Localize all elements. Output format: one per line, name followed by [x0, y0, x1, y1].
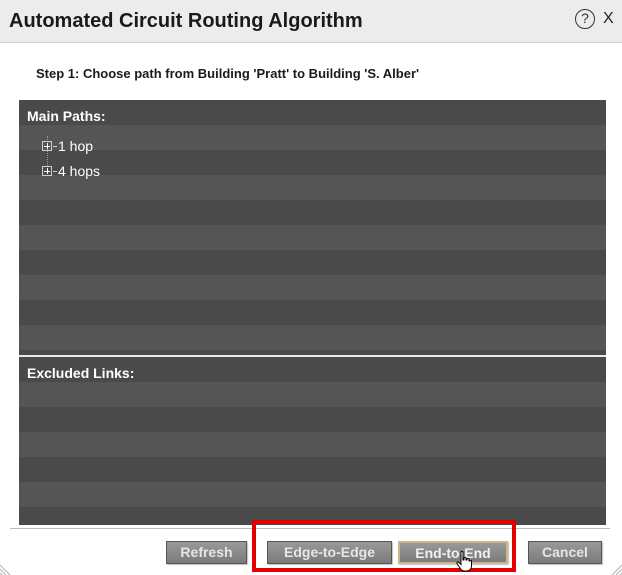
highlight-box	[252, 520, 516, 572]
window-title: Automated Circuit Routing Algorithm	[9, 10, 363, 32]
expand-plus-icon[interactable]	[42, 166, 52, 176]
hand-cursor-icon	[456, 551, 472, 572]
tree-item-1-hop[interactable]: 1 hop	[42, 138, 93, 154]
resize-grip-icon[interactable]	[608, 561, 622, 575]
refresh-button[interactable]: Refresh	[166, 541, 247, 564]
expand-plus-icon[interactable]	[42, 141, 52, 151]
resize-grip-icon	[0, 564, 11, 575]
close-icon[interactable]: X	[603, 10, 614, 28]
cancel-button[interactable]: Cancel	[528, 541, 602, 564]
excluded-links-panel: Excluded Links:	[19, 357, 606, 525]
main-paths-panel: Main Paths:	[19, 100, 606, 355]
tree-item-4-hops[interactable]: 4 hops	[42, 163, 100, 179]
main-paths-label: Main Paths:	[27, 108, 106, 124]
tree-item-label: 4 hops	[58, 163, 101, 179]
title-bar: Automated Circuit Routing Algorithm ? X	[0, 0, 622, 43]
tree-item-label: 1 hop	[58, 138, 94, 154]
tree-dash	[53, 170, 57, 172]
tree-dash	[53, 145, 57, 147]
help-icon[interactable]: ?	[575, 9, 595, 29]
excluded-links-label: Excluded Links:	[27, 365, 135, 381]
step-instruction: Step 1: Choose path from Building 'Pratt…	[36, 66, 420, 81]
